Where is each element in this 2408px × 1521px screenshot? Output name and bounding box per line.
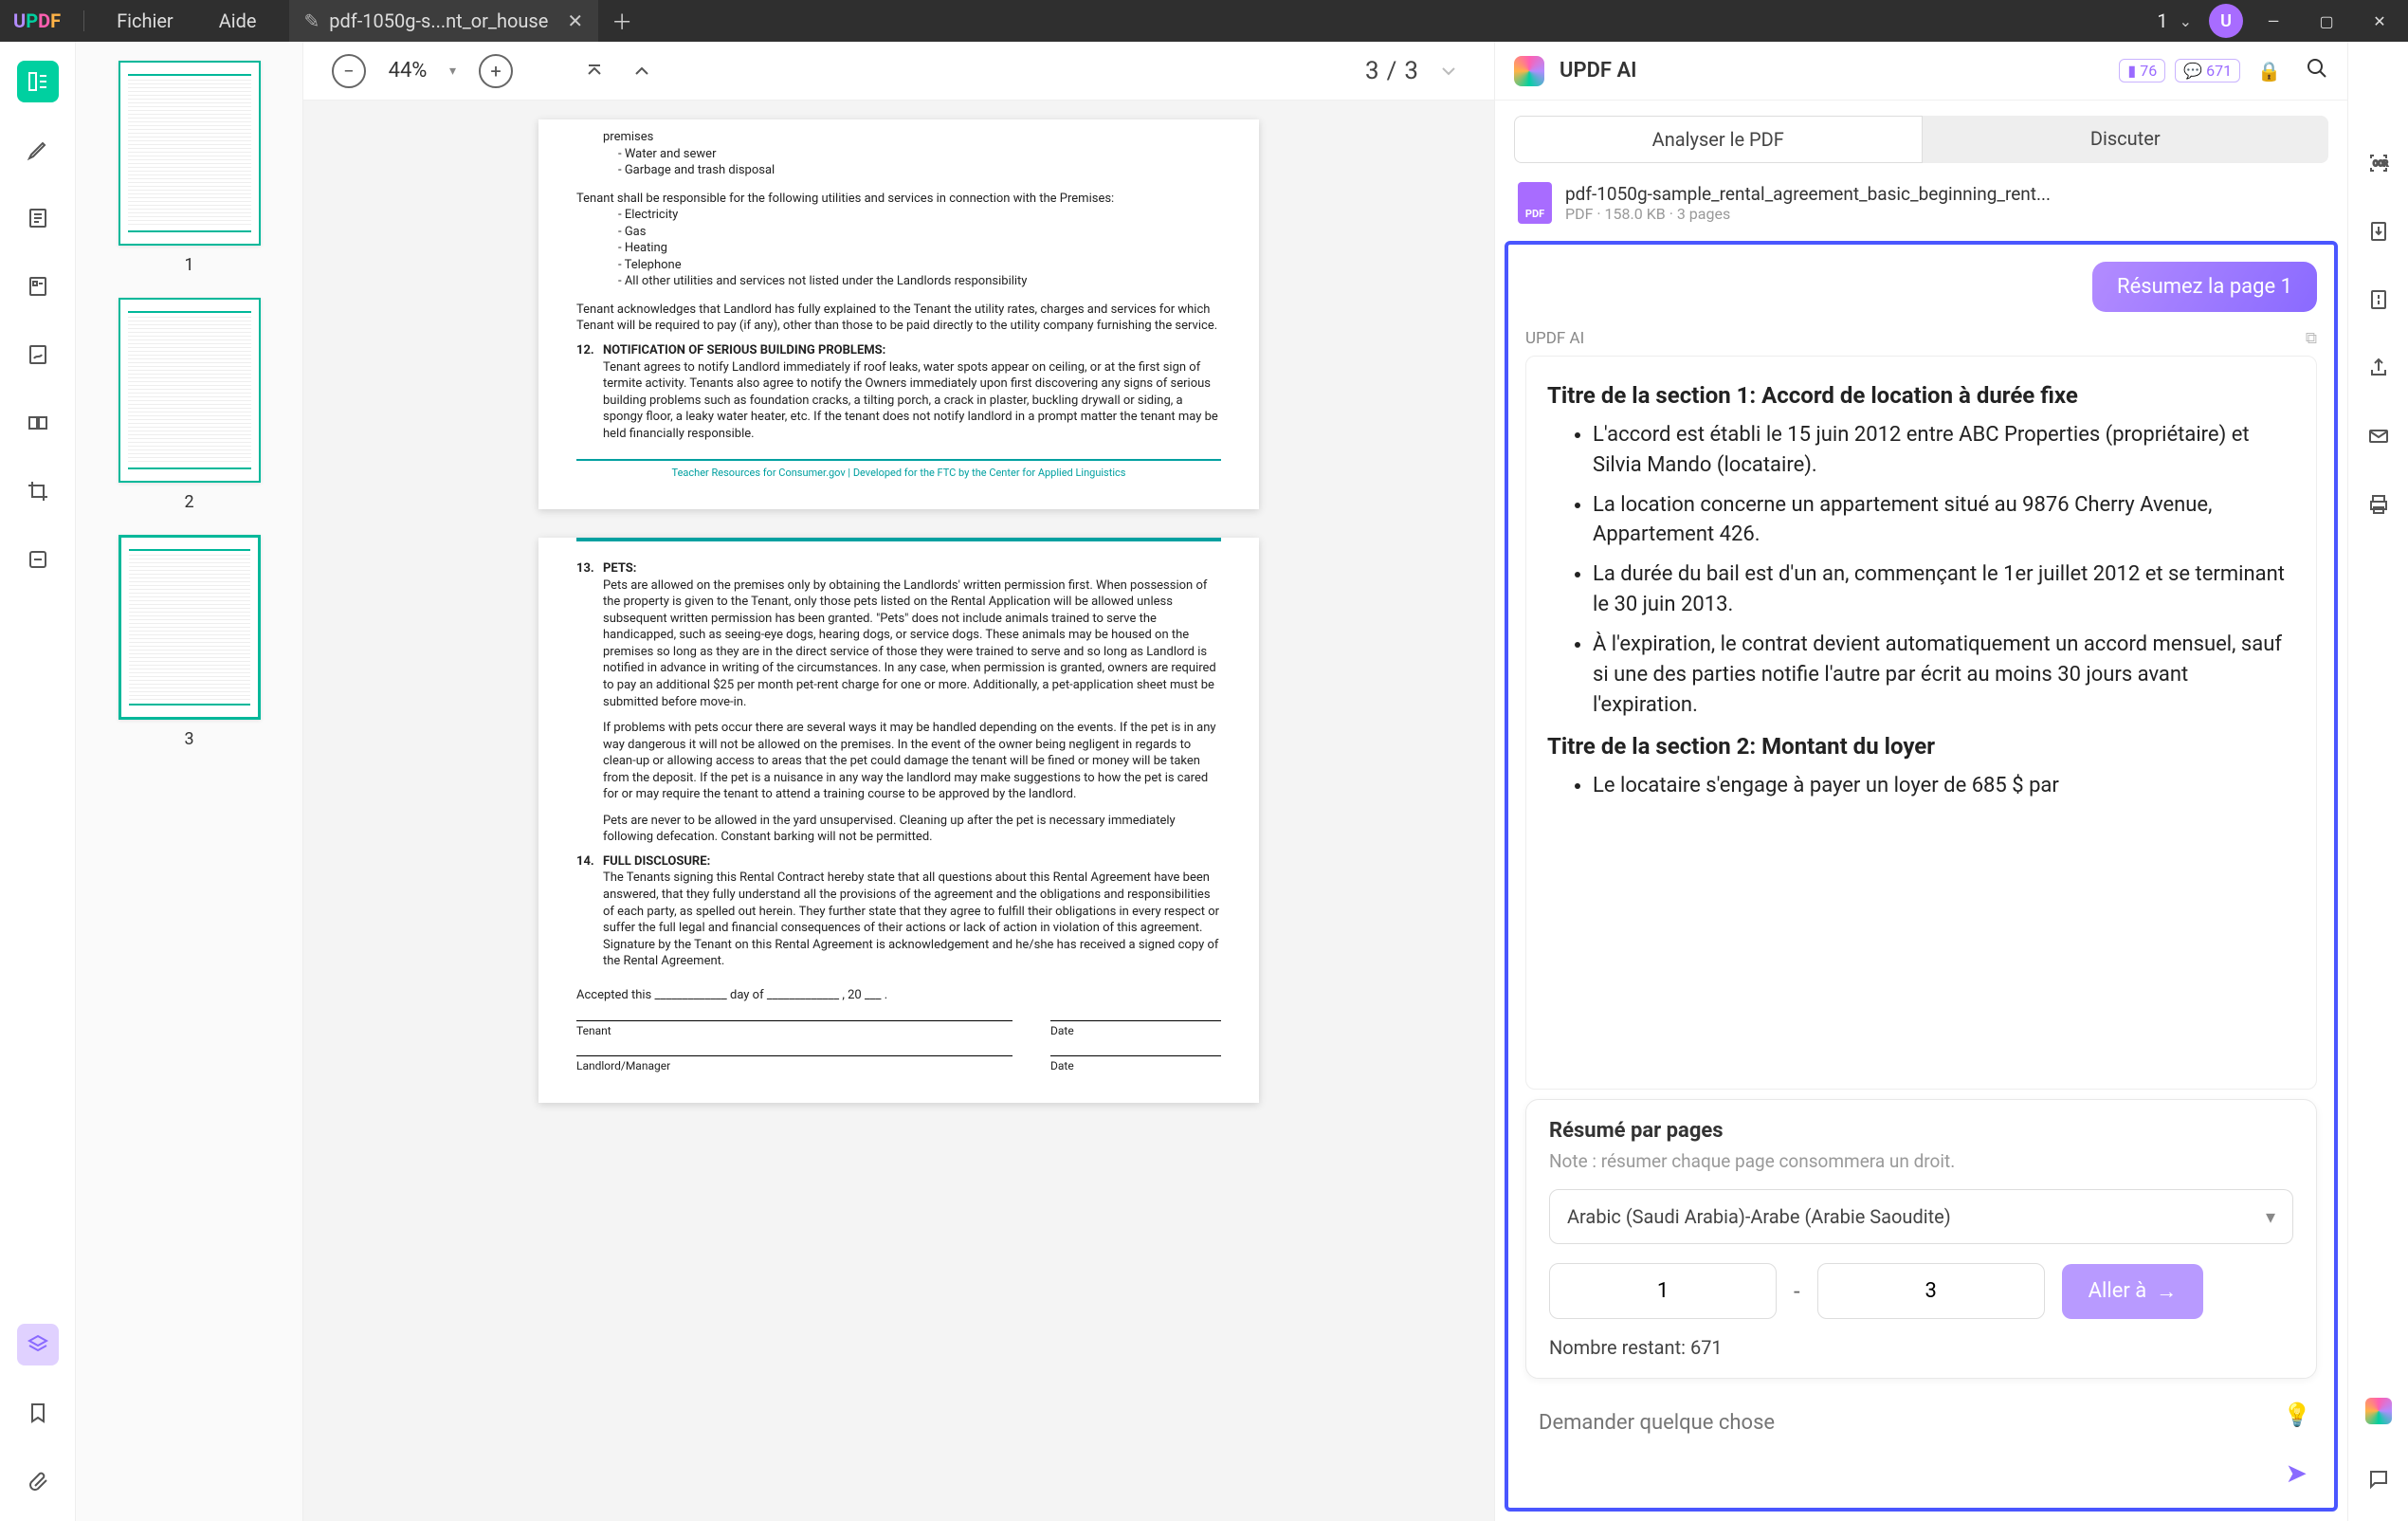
go-to-button[interactable]: Aller à → bbox=[2062, 1264, 2204, 1319]
zoom-out-button[interactable]: − bbox=[332, 54, 366, 88]
right-tool-rail: OCR bbox=[2347, 42, 2408, 1521]
convert-button[interactable] bbox=[2362, 214, 2396, 248]
sign-tool-button[interactable] bbox=[17, 334, 59, 376]
ai-toggle-button[interactable] bbox=[2362, 1394, 2396, 1428]
page-thumbnail-3[interactable] bbox=[119, 535, 261, 720]
first-page-button[interactable] bbox=[577, 54, 611, 88]
organize-tool-button[interactable] bbox=[17, 402, 59, 444]
view-toolbar: − 44% ▾ + / 3 bbox=[303, 42, 1494, 101]
ai-response: Titre de la section 1: Accord de locatio… bbox=[1525, 356, 2317, 1090]
menu-help[interactable]: Aide bbox=[196, 9, 280, 32]
print-button[interactable] bbox=[2362, 487, 2396, 522]
language-select[interactable]: Arabic (Saudi Arabia)-Arabe (Arabie Saou… bbox=[1549, 1189, 2293, 1244]
left-tool-rail bbox=[0, 42, 76, 1521]
bookmark-button[interactable] bbox=[17, 1392, 59, 1434]
file-name: pdf-1050g-sample_rental_agreement_basic_… bbox=[1565, 183, 2051, 205]
panel-note: Note : résumer chaque page consommera un… bbox=[1549, 1150, 2293, 1172]
compress-button[interactable] bbox=[2362, 283, 2396, 317]
page-input[interactable] bbox=[1341, 57, 1379, 85]
file-meta: PDF · 158.0 KB · 3 pages bbox=[1565, 205, 2051, 223]
lock-icon: 🔒 bbox=[2257, 60, 2281, 82]
panel-title: Résumé par pages bbox=[1549, 1119, 2293, 1143]
pdf-page: 13.PETS:Pets are allowed on the premises… bbox=[538, 538, 1259, 1103]
thumb-label: 2 bbox=[184, 492, 193, 512]
comment-button[interactable] bbox=[2362, 1462, 2396, 1496]
document-area: − 44% ▾ + / 3 premises Water and sewerGa… bbox=[303, 42, 1494, 1521]
chevron-down-icon: ▾ bbox=[2266, 1205, 2275, 1228]
search-icon[interactable] bbox=[2306, 55, 2328, 86]
page-counter: / 3 bbox=[1341, 57, 1418, 85]
attachment-button[interactable] bbox=[17, 1460, 59, 1502]
chevron-down-icon[interactable]: ⌄ bbox=[2180, 12, 2192, 30]
email-button[interactable] bbox=[2362, 419, 2396, 453]
new-tab-button[interactable]: ＋ bbox=[611, 6, 632, 36]
page-from-input[interactable] bbox=[1549, 1263, 1777, 1319]
tab-label: pdf-1050g-s...nt_or_house bbox=[329, 9, 548, 32]
thumbnail-panel: 1 2 3 bbox=[76, 42, 303, 1521]
tab-analyse-pdf[interactable]: Analyser le PDF bbox=[1514, 116, 1923, 163]
redact-tool-button[interactable] bbox=[17, 539, 59, 580]
window-count: 1 bbox=[2157, 9, 2167, 32]
ai-logo-icon bbox=[1514, 56, 1544, 86]
send-button[interactable]: ➤ bbox=[2286, 1457, 2308, 1489]
document-tab[interactable]: ✎ pdf-1050g-s...nt_or_house ✕ bbox=[289, 0, 599, 42]
ai-sender-label: UPDF AI bbox=[1525, 329, 1584, 348]
menu-file[interactable]: Fichier bbox=[94, 9, 196, 32]
remaining-credits: Nombre restant: 671 bbox=[1549, 1336, 2293, 1359]
page-total: 3 bbox=[1404, 57, 1418, 85]
layers-button[interactable] bbox=[17, 1324, 59, 1365]
share-button[interactable] bbox=[2362, 351, 2396, 385]
document-chip[interactable]: PDF pdf-1050g-sample_rental_agreement_ba… bbox=[1495, 173, 2347, 233]
prev-page-button[interactable] bbox=[625, 54, 659, 88]
pdf-icon: PDF bbox=[1518, 182, 1552, 224]
suggestions-icon[interactable]: 💡 bbox=[2283, 1402, 2311, 1428]
next-page-button[interactable] bbox=[1432, 54, 1466, 88]
credits-badge-1: ▮ 76 bbox=[2119, 59, 2165, 82]
zoom-value[interactable]: 44% bbox=[379, 59, 436, 82]
page-thumbnail-1[interactable] bbox=[119, 61, 261, 246]
close-tab-icon[interactable]: ✕ bbox=[567, 9, 583, 32]
pencil-icon: ✎ bbox=[304, 9, 320, 32]
ask-input[interactable] bbox=[1531, 1402, 2271, 1444]
titlebar: UPDF Fichier Aide ✎ pdf-1050g-s...nt_or_… bbox=[0, 0, 2408, 42]
credits-badge-2: 💬 671 bbox=[2175, 59, 2240, 82]
minimize-button[interactable]: — bbox=[2251, 0, 2296, 42]
annotate-tool-button[interactable] bbox=[17, 129, 59, 171]
pdf-page: premises Water and sewerGarbage and tras… bbox=[538, 119, 1259, 509]
ai-title: UPDF AI bbox=[1560, 59, 1636, 82]
thumbnails-mode-button[interactable] bbox=[17, 61, 59, 102]
tab-chat[interactable]: Discuter bbox=[1923, 116, 2329, 163]
zoom-in-button[interactable]: + bbox=[479, 54, 513, 88]
summarize-pages-panel: Résumé par pages Note : résumer chaque p… bbox=[1525, 1099, 2317, 1379]
page-thumbnail-2[interactable] bbox=[119, 298, 261, 483]
edit-tool-button[interactable] bbox=[17, 197, 59, 239]
crop-tool-button[interactable] bbox=[17, 470, 59, 512]
thumb-label: 3 bbox=[184, 729, 193, 749]
page-to-input[interactable] bbox=[1817, 1263, 2045, 1319]
app-logo: UPDF bbox=[13, 9, 61, 32]
zoom-dropdown-icon[interactable]: ▾ bbox=[449, 64, 456, 79]
user-message: Résumez la page 1 bbox=[2092, 262, 2317, 312]
ocr-button[interactable]: OCR bbox=[2362, 146, 2396, 180]
ai-conversation: Résumez la page 1 UPDF AI ⧉ Titre de la s… bbox=[1505, 241, 2338, 1512]
thumb-label: 1 bbox=[184, 255, 193, 275]
form-tool-button[interactable] bbox=[17, 266, 59, 307]
copy-icon[interactable]: ⧉ bbox=[2306, 329, 2317, 348]
user-avatar[interactable]: U bbox=[2209, 4, 2243, 38]
ai-panel: UPDF AI ▮ 76 💬 671 🔒 Analyser le PDF Dis… bbox=[1494, 42, 2347, 1521]
close-window-button[interactable]: ✕ bbox=[2357, 0, 2402, 42]
svg-text:OCR: OCR bbox=[2373, 159, 2388, 168]
maximize-button[interactable]: ▢ bbox=[2304, 0, 2349, 42]
